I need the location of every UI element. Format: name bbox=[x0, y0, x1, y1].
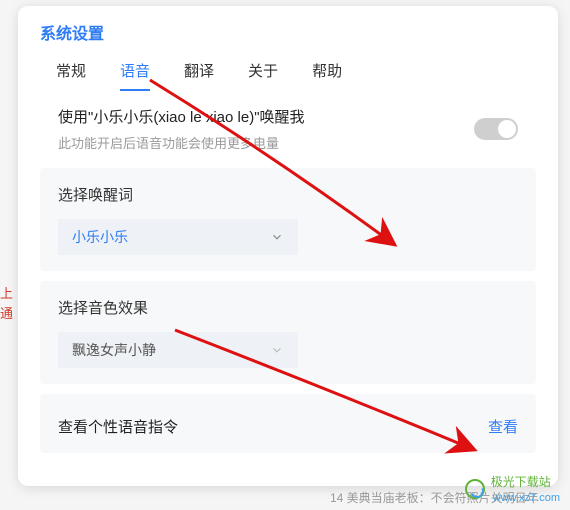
tab-voice[interactable]: 语音 bbox=[120, 54, 150, 91]
watermark-brand: 极光下载站 bbox=[491, 475, 551, 489]
chevron-down-icon bbox=[270, 230, 284, 244]
voice-title: 选择音色效果 bbox=[58, 297, 518, 318]
voice-value: 飘逸女声小静 bbox=[72, 340, 156, 360]
wake-label: 使用"小乐小乐(xiao le xiao le)"唤醒我 bbox=[58, 106, 305, 127]
wake-sub: 此功能开启后语音功能会使用更多电量 bbox=[58, 133, 305, 152]
wakeword-value: 小乐小乐 bbox=[72, 227, 128, 247]
panel-title: 系统设置 bbox=[40, 20, 536, 44]
watermark-icon bbox=[465, 479, 485, 499]
tab-translate[interactable]: 翻译 bbox=[184, 54, 214, 91]
voice-section: 选择音色效果 飘逸女声小静 bbox=[40, 281, 536, 384]
wakeword-section: 选择唤醒词 小乐小乐 bbox=[40, 168, 536, 271]
watermark: 极光下载站 www.xz7.com bbox=[465, 473, 560, 504]
wake-toggle[interactable] bbox=[474, 118, 518, 140]
commands-title: 查看个性语音指令 bbox=[58, 416, 178, 437]
wakeword-select[interactable]: 小乐小乐 bbox=[58, 219, 298, 255]
watermark-url: www.xz7.com bbox=[493, 492, 560, 504]
wake-section: 使用"小乐小乐(xiao le xiao le)"唤醒我 此功能开启后语音功能会… bbox=[40, 100, 536, 158]
tab-general[interactable]: 常规 bbox=[56, 54, 86, 91]
wakeword-title: 选择唤醒词 bbox=[58, 184, 518, 205]
view-link[interactable]: 查看 bbox=[488, 416, 518, 437]
tab-about[interactable]: 关于 bbox=[248, 54, 278, 91]
tab-help[interactable]: 帮助 bbox=[312, 54, 342, 91]
commands-section: 查看个性语音指令 查看 bbox=[40, 394, 536, 453]
side-text: 上 通 bbox=[0, 284, 16, 323]
chevron-down-icon bbox=[270, 343, 284, 357]
settings-panel: 系统设置 常规 语音 翻译 关于 帮助 使用"小乐小乐(xiao le xiao… bbox=[18, 6, 558, 486]
voice-select[interactable]: 飘逸女声小静 bbox=[58, 332, 298, 368]
tabs: 常规 语音 翻译 关于 帮助 bbox=[40, 54, 536, 92]
